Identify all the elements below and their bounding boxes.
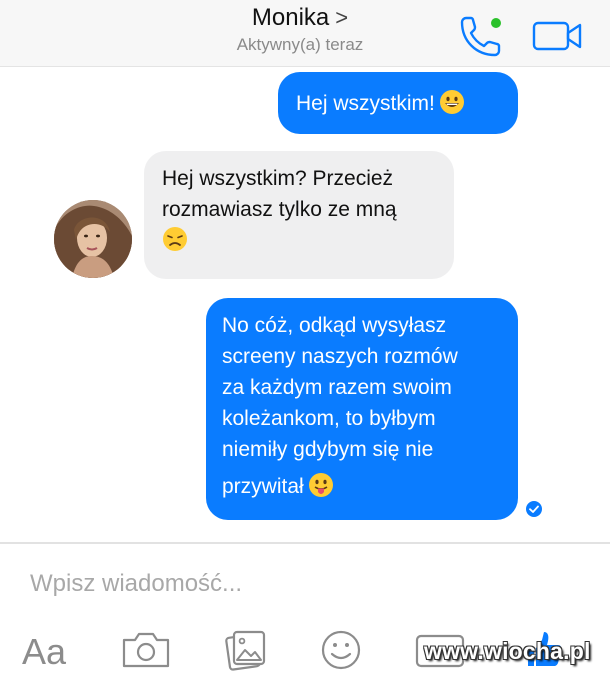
contact-name[interactable]: Monika <box>252 4 329 31</box>
outgoing-message[interactable]: Hej wszystkim! <box>278 72 518 134</box>
voice-call-button[interactable] <box>456 14 502 58</box>
messenger-screen: Monika> Aktywny(a) teraz Hej wszystkim! <box>0 0 610 680</box>
contact-name-row[interactable]: Monika > <box>200 4 400 32</box>
incoming-message[interactable]: Hej wszystkim? Przecież rozmawiasz tylko… <box>144 151 454 279</box>
gallery-button[interactable] <box>222 628 268 672</box>
chat-header: Monika > Aktywny(a) teraz <box>0 0 610 67</box>
disappointed-face-emoji <box>163 227 187 251</box>
gallery-icon[interactable] <box>222 628 268 672</box>
message-line: screeny naszych rozmów <box>222 345 458 368</box>
video-call-button[interactable] <box>530 14 586 58</box>
message-text: Hej wszystkim! <box>296 92 435 115</box>
text-format-button[interactable]: Aa <box>22 632 66 676</box>
contact-info[interactable]: Monika > Aktywny(a) teraz <box>200 4 400 56</box>
message-input[interactable] <box>30 562 570 606</box>
message-line: rozmawiasz tylko ze mną <box>162 198 397 221</box>
message-line: Hej wszystkim? Przecież <box>162 167 394 190</box>
camera-button[interactable] <box>120 628 172 672</box>
avatar-photo <box>54 200 132 278</box>
seen-check-icon <box>526 501 542 517</box>
watermark-text: www.wiocha.pl <box>424 638 591 664</box>
active-status: Aktywny(a) teraz <box>236 35 364 54</box>
emoji-button[interactable] <box>318 628 364 672</box>
grinning-face-emoji <box>439 90 464 114</box>
message-line: koleżankom, to byłbym <box>222 407 436 430</box>
chevron-right-icon[interactable]: > <box>335 5 348 30</box>
composer-divider <box>0 542 610 544</box>
phone-icon[interactable] <box>456 14 502 58</box>
message-line: za każdym razem swoim <box>222 376 452 399</box>
message-line: niemiły gdybym się nie <box>222 438 434 461</box>
outgoing-message[interactable]: No cóż, odkąd wysyłasz screeny naszych r… <box>206 298 518 520</box>
video-camera-icon[interactable] <box>530 14 586 58</box>
message-emoji-line <box>162 225 436 256</box>
online-dot <box>491 18 501 28</box>
message-line: przywitał <box>222 475 304 498</box>
contact-avatar[interactable] <box>54 200 132 278</box>
face-with-tongue-emoji <box>308 473 333 497</box>
message-line: No cóż, odkąd wysyłasz <box>222 314 447 337</box>
message-last-line: przywitał <box>222 471 502 502</box>
camera-icon[interactable] <box>120 628 172 672</box>
smiley-icon[interactable] <box>318 628 364 672</box>
